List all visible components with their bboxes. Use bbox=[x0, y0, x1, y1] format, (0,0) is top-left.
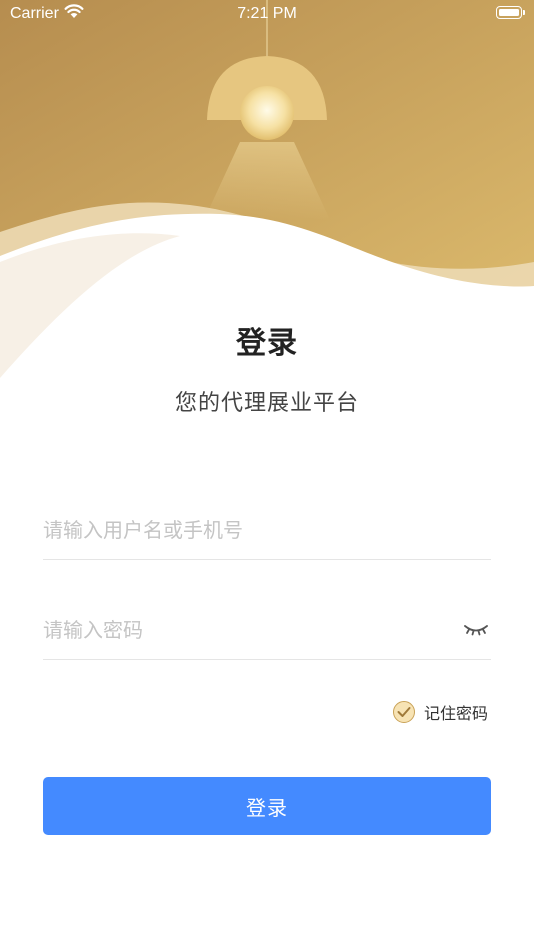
battery-icon bbox=[496, 6, 525, 19]
remember-label: 记住密码 bbox=[423, 704, 488, 723]
checkmark-icon bbox=[397, 707, 411, 717]
page-subtitle: 您的代理展业平台 bbox=[174, 391, 359, 416]
username-input[interactable] bbox=[43, 510, 443, 550]
login-button[interactable]: 登录 bbox=[43, 777, 491, 835]
status-time: 7:21 PM bbox=[237, 5, 297, 22]
page-title: 登录 bbox=[236, 326, 298, 361]
password-field bbox=[43, 600, 491, 660]
remember-password-toggle[interactable]: 记住密码 bbox=[392, 699, 488, 725]
password-visibility-icon[interactable] bbox=[463, 620, 489, 638]
username-field bbox=[43, 500, 491, 560]
status-bar: Carrier 7:21 PM bbox=[0, 0, 534, 30]
password-input[interactable] bbox=[43, 610, 443, 650]
remember-checkbox[interactable] bbox=[392, 701, 415, 723]
